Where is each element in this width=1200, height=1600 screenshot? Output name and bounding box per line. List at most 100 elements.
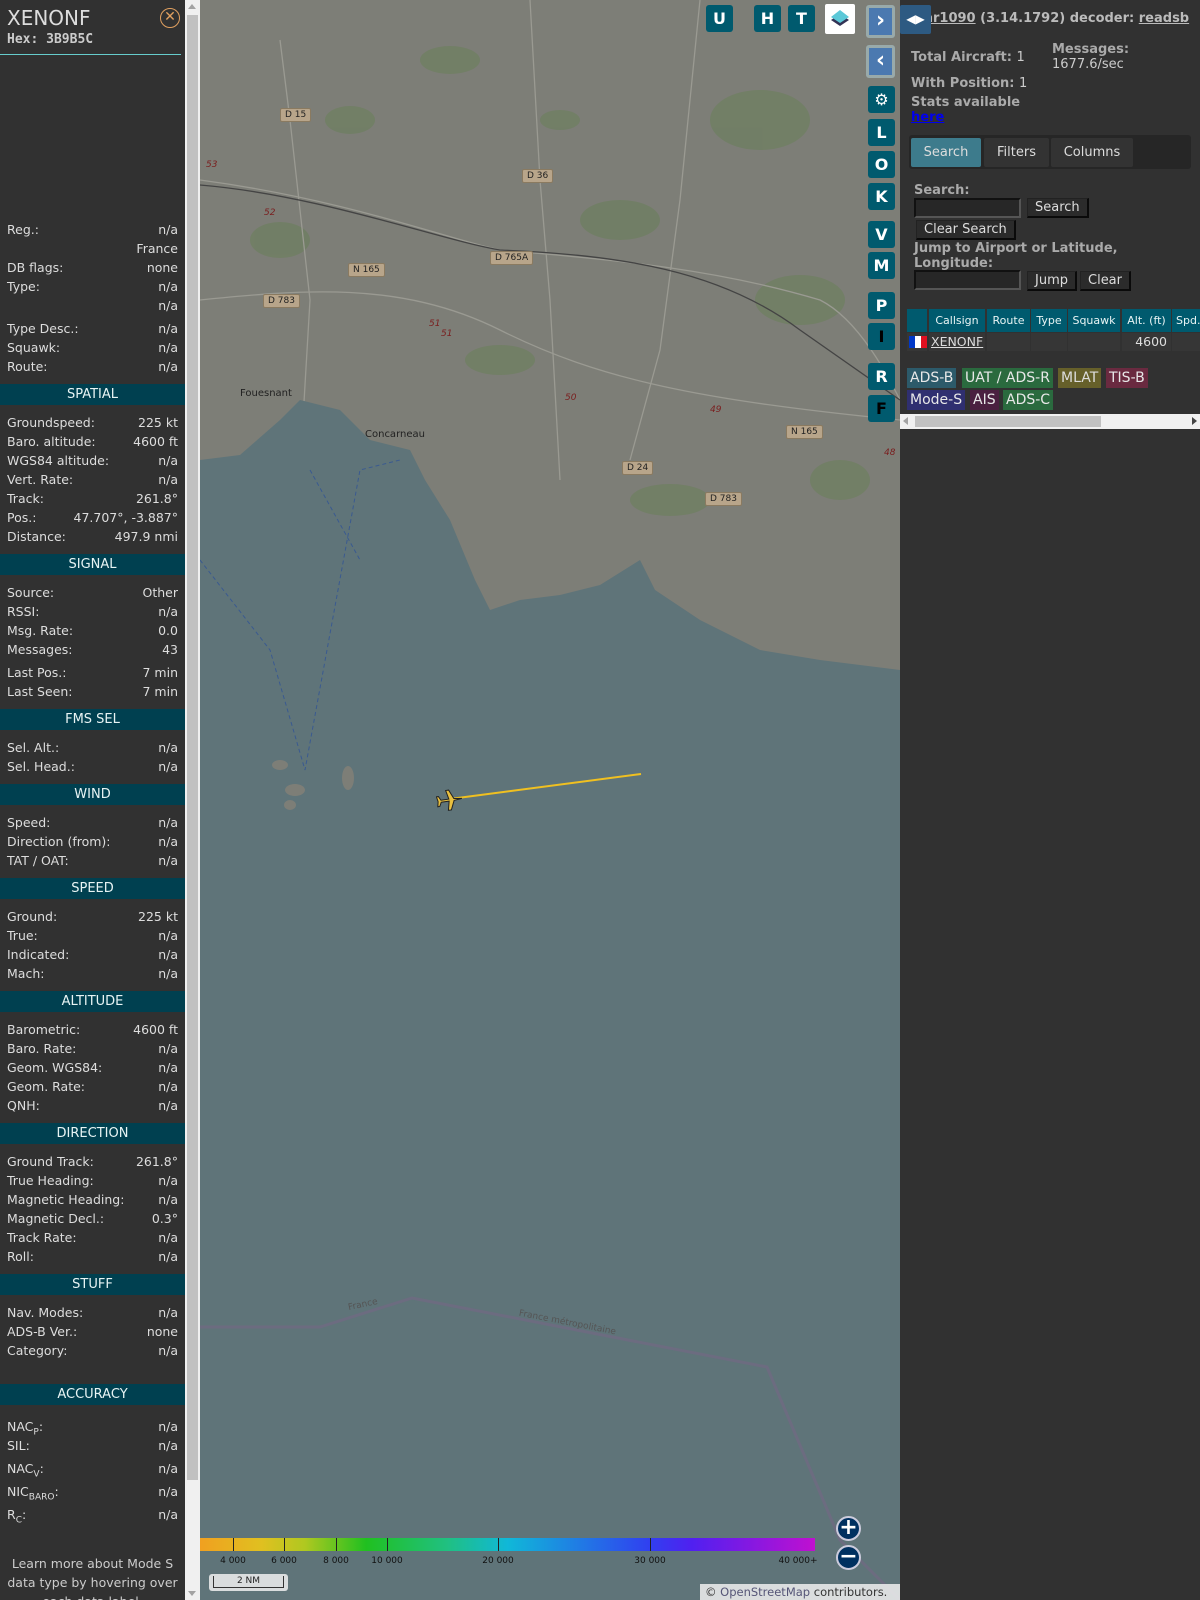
scroll-up-arrow-icon[interactable]: [188, 4, 196, 9]
callsign-cell[interactable]: XENONF: [929, 333, 985, 351]
detail-row: Pos.: 47.707°, -3.887°: [0, 508, 185, 527]
detail-label[interactable]: Baro. Rate:: [7, 1039, 76, 1058]
column-header-callsign[interactable]: Callsign: [929, 309, 985, 332]
toggle-sidebar-button[interactable]: ◀▶: [900, 5, 931, 34]
detail-label[interactable]: Last Seen:: [7, 682, 72, 701]
scroll-right-arrow-icon[interactable]: [1192, 417, 1197, 425]
detail-label[interactable]: Barometric:: [7, 1020, 80, 1039]
detail-label[interactable]: QNH:: [7, 1096, 40, 1115]
column-header-route[interactable]: Route: [987, 309, 1030, 332]
toggle-p-button[interactable]: P: [868, 292, 895, 319]
detail-row: ADS-B Ver.: none: [0, 1322, 185, 1341]
jump-button[interactable]: Jump: [1027, 271, 1077, 291]
detail-label[interactable]: Vert. Rate:: [7, 470, 73, 489]
detail-label[interactable]: Mach:: [7, 964, 44, 983]
detail-label[interactable]: Source:: [7, 583, 54, 602]
osm-link[interactable]: OpenStreetMap: [720, 1585, 810, 1599]
detail-label[interactable]: Route:: [7, 357, 48, 376]
detail-label[interactable]: Magnetic Heading:: [7, 1190, 124, 1209]
tab-filters[interactable]: Filters: [984, 138, 1049, 167]
scrollbar-thumb[interactable]: [915, 416, 1101, 427]
aircraft-marker[interactable]: [435, 786, 464, 814]
previous-button[interactable]: ‹: [866, 45, 895, 78]
detail-label[interactable]: Nav. Modes:: [7, 1303, 83, 1322]
toggle-m-button[interactable]: M: [868, 252, 895, 279]
zoom-out-button[interactable]: −: [836, 1545, 861, 1570]
detail-label[interactable]: Ground Track:: [7, 1152, 94, 1171]
detail-label[interactable]: Type Desc.:: [7, 319, 79, 338]
detail-label[interactable]: Speed:: [7, 813, 50, 832]
toggle-t-button[interactable]: T: [788, 5, 815, 32]
detail-label[interactable]: Direction (from):: [7, 832, 111, 851]
next-button[interactable]: ›: [866, 5, 895, 38]
detail-label[interactable]: RSSI:: [7, 602, 39, 621]
toggle-f-button[interactable]: F: [868, 395, 895, 422]
scroll-left-arrow-icon[interactable]: [903, 417, 908, 425]
column-header-type[interactable]: Type: [1031, 309, 1067, 332]
detail-label[interactable]: Groundspeed:: [7, 413, 95, 432]
toggle-l-button[interactable]: L: [868, 119, 895, 146]
toggle-k-button[interactable]: K: [868, 183, 895, 210]
detail-label[interactable]: DB flags:: [7, 258, 63, 277]
column-header-speed[interactable]: Spd.: [1172, 309, 1200, 332]
scroll-down-arrow-icon[interactable]: [188, 1591, 196, 1596]
toggle-i-button[interactable]: I: [868, 323, 895, 350]
detail-label[interactable]: Track:: [7, 489, 44, 508]
detail-label[interactable]: NICBARO:: [7, 1482, 59, 1503]
detail-label[interactable]: Messages:: [7, 640, 73, 659]
detail-label[interactable]: ADS-B Ver.:: [7, 1322, 77, 1341]
detail-label[interactable]: WGS84 altitude:: [7, 451, 109, 470]
detail-label[interactable]: Type:: [7, 277, 40, 296]
toggle-r-button[interactable]: R: [868, 363, 895, 390]
zoom-in-button[interactable]: +: [836, 1516, 861, 1541]
detail-label[interactable]: Category:: [7, 1341, 67, 1360]
toggle-u-button[interactable]: U: [706, 5, 733, 32]
detail-label[interactable]: Pos.:: [7, 508, 36, 527]
search-input[interactable]: [914, 198, 1021, 218]
detail-label[interactable]: Msg. Rate:: [7, 621, 73, 640]
detail-label[interactable]: NACV:: [7, 1459, 44, 1480]
detail-label[interactable]: Baro. altitude:: [7, 432, 96, 451]
detail-label[interactable]: Geom. Rate:: [7, 1077, 85, 1096]
sidebar-scrollbar[interactable]: [185, 0, 200, 1600]
detail-label[interactable]: Sel. Alt.:: [7, 738, 59, 757]
column-header-squawk[interactable]: Squawk: [1068, 309, 1120, 332]
detail-label[interactable]: Indicated:: [7, 945, 69, 964]
toggle-v-button[interactable]: V: [868, 221, 895, 248]
toggle-o-button[interactable]: O: [868, 151, 895, 178]
detail-label[interactable]: TAT / OAT:: [7, 851, 69, 870]
detail-label[interactable]: True:: [7, 926, 38, 945]
search-button[interactable]: Search: [1027, 198, 1089, 218]
column-header-altitude[interactable]: Alt. (ft): [1122, 309, 1171, 332]
tab-search[interactable]: Search: [911, 138, 981, 167]
settings-button[interactable]: ⚙: [868, 86, 895, 113]
detail-label[interactable]: True Heading:: [7, 1171, 94, 1190]
toggle-h-button[interactable]: H: [754, 5, 781, 32]
detail-label[interactable]: Distance:: [7, 527, 66, 546]
close-icon[interactable]: ✕: [160, 8, 180, 28]
detail-label[interactable]: Reg.:: [7, 220, 39, 239]
clear-search-button[interactable]: Clear Search: [916, 220, 1016, 240]
clear-button[interactable]: Clear: [1080, 271, 1131, 291]
stats-link[interactable]: here: [911, 110, 944, 125]
table-horizontal-scrollbar[interactable]: [900, 414, 1200, 429]
detail-label[interactable]: Last Pos.:: [7, 663, 66, 682]
tab-columns[interactable]: Columns: [1051, 138, 1133, 167]
scrollbar-thumb[interactable]: [187, 15, 198, 1480]
jump-input[interactable]: [914, 270, 1021, 290]
detail-label[interactable]: RC:: [7, 1505, 26, 1526]
detail-label[interactable]: Squawk:: [7, 338, 60, 357]
layers-button[interactable]: [825, 4, 855, 34]
aircraft-callsign-title: XENONF: [7, 6, 91, 30]
column-header-flag[interactable]: [907, 309, 927, 332]
detail-label[interactable]: Geom. WGS84:: [7, 1058, 102, 1077]
map[interactable]: D 15 D 36 D 765A N 165 D 783 D 24 D 783 …: [200, 0, 900, 1600]
detail-label[interactable]: Sel. Head.:: [7, 757, 75, 776]
detail-label[interactable]: SIL:: [7, 1436, 30, 1455]
detail-label[interactable]: Magnetic Decl.:: [7, 1209, 104, 1228]
detail-label[interactable]: Track Rate:: [7, 1228, 77, 1247]
decoder-link[interactable]: readsb: [1139, 11, 1189, 26]
detail-label[interactable]: NACP:: [7, 1417, 43, 1438]
detail-label[interactable]: Ground:: [7, 907, 57, 926]
detail-label[interactable]: Roll:: [7, 1247, 34, 1266]
